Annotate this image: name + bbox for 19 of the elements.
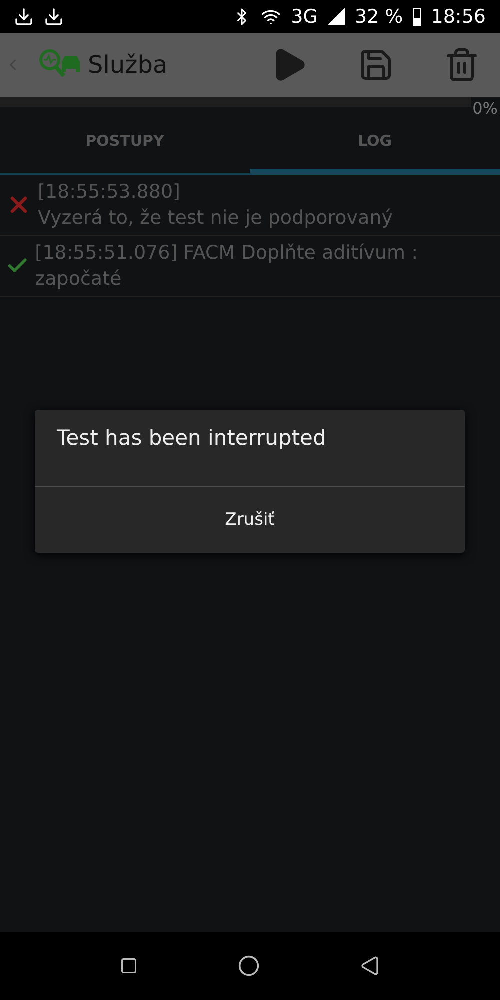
download-icon [44, 6, 64, 26]
signal-icon [328, 8, 345, 25]
cancel-button[interactable]: Zrušiť [35, 487, 465, 553]
log-text: [18:55:53.880] [38, 180, 182, 205]
recents-icon[interactable] [120, 957, 138, 975]
tab[interactable]: POSTUPY [0, 107, 250, 175]
battery-icon [413, 8, 422, 26]
home-icon[interactable] [238, 955, 260, 977]
dialog-message: Test has been interrupted [35, 410, 465, 487]
battery-percent: 32 % [354, 6, 404, 28]
save-icon[interactable] [358, 47, 394, 83]
clock: 18:56 [431, 6, 486, 28]
trash-icon[interactable] [444, 47, 480, 83]
log-text: Vyzerá to, že test nie je podporovaný [38, 206, 393, 231]
back-icon[interactable] [360, 956, 380, 976]
download-icon [14, 6, 34, 26]
network-type: 3G [291, 6, 318, 28]
screen-title: Služba [88, 51, 168, 79]
log-text: [18:55:51.076] FACM Doplňte aditívum : započaté [35, 241, 419, 292]
